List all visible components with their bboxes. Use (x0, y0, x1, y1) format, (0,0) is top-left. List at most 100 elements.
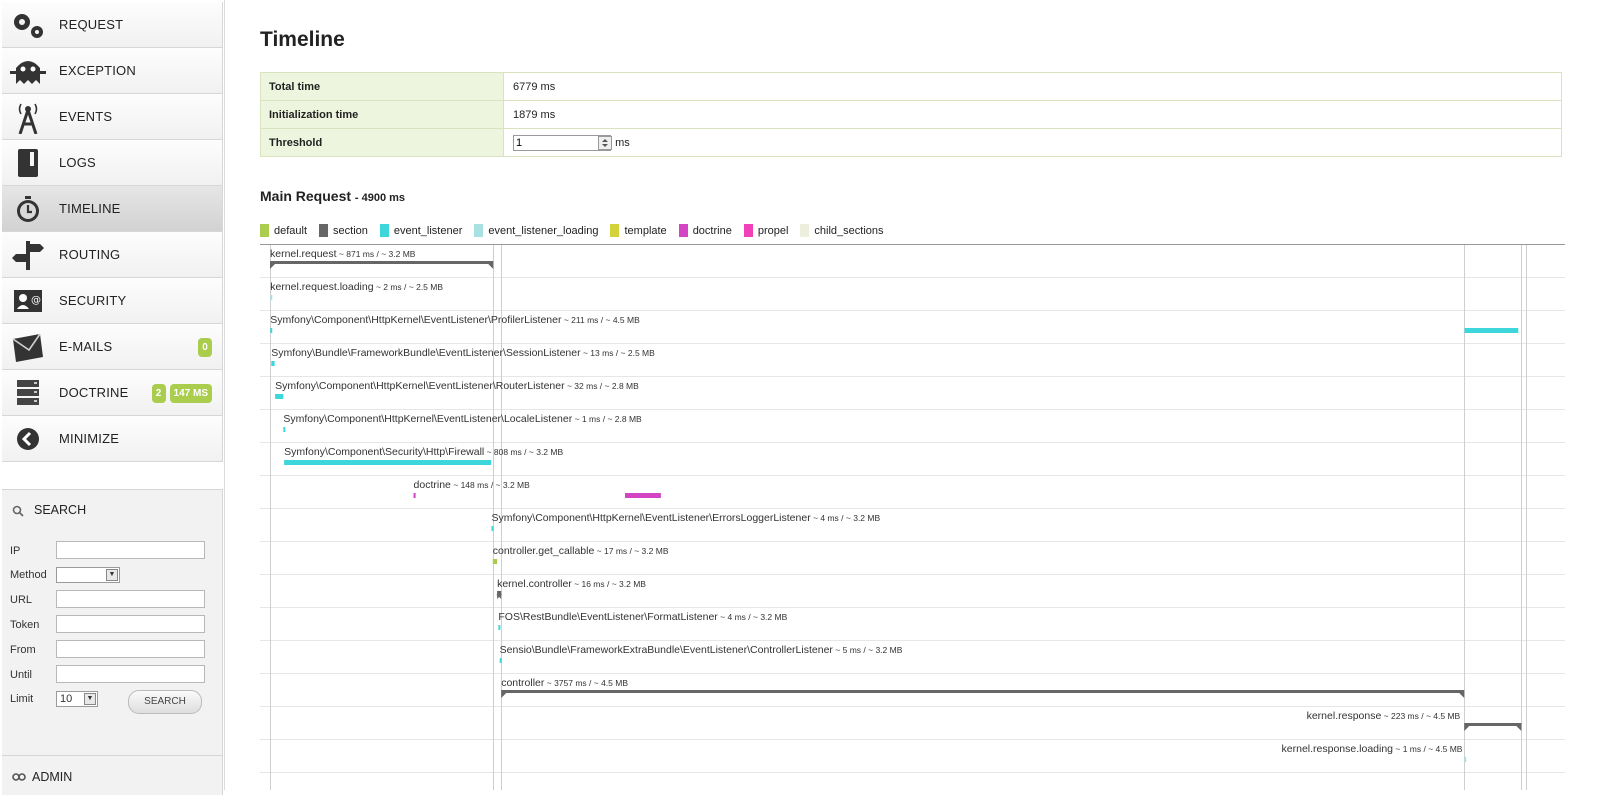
legend-swatch (610, 224, 620, 237)
legend-swatch (319, 224, 329, 237)
badge-group: 0 (198, 338, 212, 357)
main-request-heading: Main Request - 4900 ms (260, 188, 405, 204)
event-label: Sensio\Bundle\FrameworkExtraBundle\Event… (500, 644, 903, 656)
legend-item: section (319, 224, 368, 237)
event_listener_loading-bar (1464, 757, 1467, 762)
sidebar: REQUEST EXCEPTION EVENTS LOGS TIMELINE ROUTIN… (0, 0, 223, 795)
menu-item-emails[interactable]: E-MAILS 0 (2, 324, 223, 370)
legend-swatch (260, 224, 269, 237)
event-name: kernel.response.loading (1282, 743, 1394, 755)
from-input[interactable] (56, 640, 205, 658)
legend-swatch (379, 224, 389, 237)
legend-label: doctrine (692, 224, 732, 237)
menu-label: SECURITY (59, 293, 127, 308)
user-card-icon: @ (14, 290, 42, 312)
main-request-title: Main Request (260, 188, 352, 204)
method-select[interactable]: ▼ (56, 567, 120, 583)
event-label: kernel.response.loading ~ 1 ms / ~ 4.5 M… (1282, 743, 1463, 755)
menu-item-security[interactable]: @ SECURITY (2, 278, 223, 324)
menu-item-routing[interactable]: ROUTING (2, 232, 223, 278)
menu-item-minimize[interactable]: MINIMIZE (2, 416, 223, 462)
event-name: Symfony\Component\HttpKernel\EventListen… (283, 413, 572, 425)
database-icon (17, 380, 39, 405)
spinner-icon[interactable] (598, 135, 613, 150)
event-name: Symfony\Bundle\FrameworkBundle\EventList… (271, 347, 581, 359)
event-name: Symfony\Component\HttpKernel\EventListen… (275, 380, 565, 392)
until-input[interactable] (56, 665, 205, 683)
antenna-icon (18, 103, 38, 134)
menu-item-exception[interactable]: EXCEPTION (2, 48, 223, 94)
legend-item: child_sections (800, 224, 884, 237)
event-name: kernel.request.loading (270, 281, 373, 293)
legend-label: section (333, 224, 368, 237)
ip-input[interactable] (56, 541, 205, 559)
menu-item-doctrine[interactable]: DOCTRINE 2 147 MS (2, 370, 223, 416)
token-input[interactable] (56, 615, 205, 633)
limit-value: 10 (60, 693, 73, 705)
event-meta: ~ 13 ms / ~ 2.5 MB (581, 348, 656, 358)
from-row: From (10, 640, 210, 660)
event-meta: ~ 148 ms / ~ 3.2 MB (451, 480, 530, 490)
legend-item: event_listener (379, 224, 463, 237)
search-button[interactable]: SEARCH (128, 690, 202, 714)
init-time-label: Initialization time (260, 100, 504, 129)
event-name: Symfony\Component\HttpKernel\EventListen… (270, 314, 562, 326)
menu-item-events[interactable]: EVENTS (2, 94, 223, 140)
menu-label: TIMELINE (59, 201, 121, 216)
event_listener-bar (275, 394, 284, 399)
event-name: doctrine (414, 479, 452, 491)
legend-label: template (624, 224, 667, 237)
event-meta: ~ 223 ms / ~ 4.5 MB (1381, 711, 1460, 721)
dropdown-arrow-icon: ▼ (84, 693, 96, 705)
ip-row: IP (10, 541, 210, 561)
main-request-duration: - 4900 ms (354, 192, 406, 204)
menu-label: EVENTS (59, 109, 113, 124)
menu-item-logs[interactable]: LOGS (2, 140, 223, 186)
event_listener-bar (271, 361, 275, 366)
profiler-menu: REQUEST EXCEPTION EVENTS LOGS TIMELINE ROUTIN… (2, 2, 223, 462)
badge-group: 2 147 MS (151, 384, 212, 403)
event-label: kernel.controller ~ 16 ms / ~ 3.2 MB (497, 578, 646, 590)
page-title: Timeline (260, 28, 345, 51)
doctrine-bar (413, 493, 416, 498)
event-name: kernel.controller (497, 578, 572, 590)
event-meta: ~ 871 ms / ~ 3.2 MB (337, 249, 416, 259)
event-label: Symfony\Component\HttpKernel\EventListen… (275, 380, 639, 392)
event-name: Symfony\Component\HttpKernel\EventListen… (491, 512, 811, 524)
url-input[interactable] (56, 590, 205, 608)
menu-item-request[interactable]: REQUEST (2, 2, 223, 48)
signpost-icon (12, 241, 44, 270)
url-label: URL (10, 594, 33, 606)
event-meta: ~ 4 ms / ~ 3.2 MB (811, 513, 881, 523)
threshold-input[interactable] (513, 134, 611, 151)
event-label: Symfony\Component\HttpKernel\EventListen… (270, 314, 640, 326)
legend-label: event_listener_loading (488, 224, 599, 237)
legend-item: propel (743, 224, 788, 237)
event-meta: ~ 32 ms / ~ 2.8 MB (565, 381, 640, 391)
event_listener-bar (498, 625, 501, 630)
from-label: From (10, 644, 36, 656)
admin-label: ADMIN (32, 770, 73, 784)
init-time-value: 1879 ms (503, 100, 1562, 129)
event-meta: ~ 16 ms / ~ 3.2 MB (572, 579, 647, 589)
event-meta: ~ 17 ms / ~ 3.2 MB (594, 546, 669, 556)
event_listener-bar (270, 328, 273, 333)
limit-select[interactable]: 10 ▼ (56, 691, 98, 707)
event-label: Symfony\Component\Security\Http\Firewall… (284, 446, 563, 458)
summary-table: Total time 6779 ms Initialization time 1… (260, 72, 1562, 157)
timeline-chart: kernel.request ~ 871 ms / ~ 3.2 MBkernel… (260, 244, 1565, 790)
menu-label: EXCEPTION (59, 63, 136, 78)
event-meta: ~ 2 ms / ~ 2.5 MB (374, 282, 444, 292)
menu-item-timeline[interactable]: TIMELINE (2, 186, 223, 232)
arrow-left-circle-icon (17, 428, 39, 450)
event_listener-bar (1464, 328, 1519, 333)
legend-label: event_listener (393, 224, 463, 237)
legend-swatch (800, 224, 810, 237)
admin-panel[interactable]: ADMIN (2, 755, 223, 795)
legend-swatch (474, 224, 484, 237)
threshold-cell: ms (503, 128, 1562, 157)
event-name: Symfony\Component\Security\Http\Firewall (284, 446, 484, 458)
init-time-row: Initialization time 1879 ms (260, 100, 1562, 129)
total-time-row: Total time 6779 ms (260, 72, 1562, 101)
search-panel: SEARCH IP Method ▼ URL Token From Until (2, 489, 223, 766)
